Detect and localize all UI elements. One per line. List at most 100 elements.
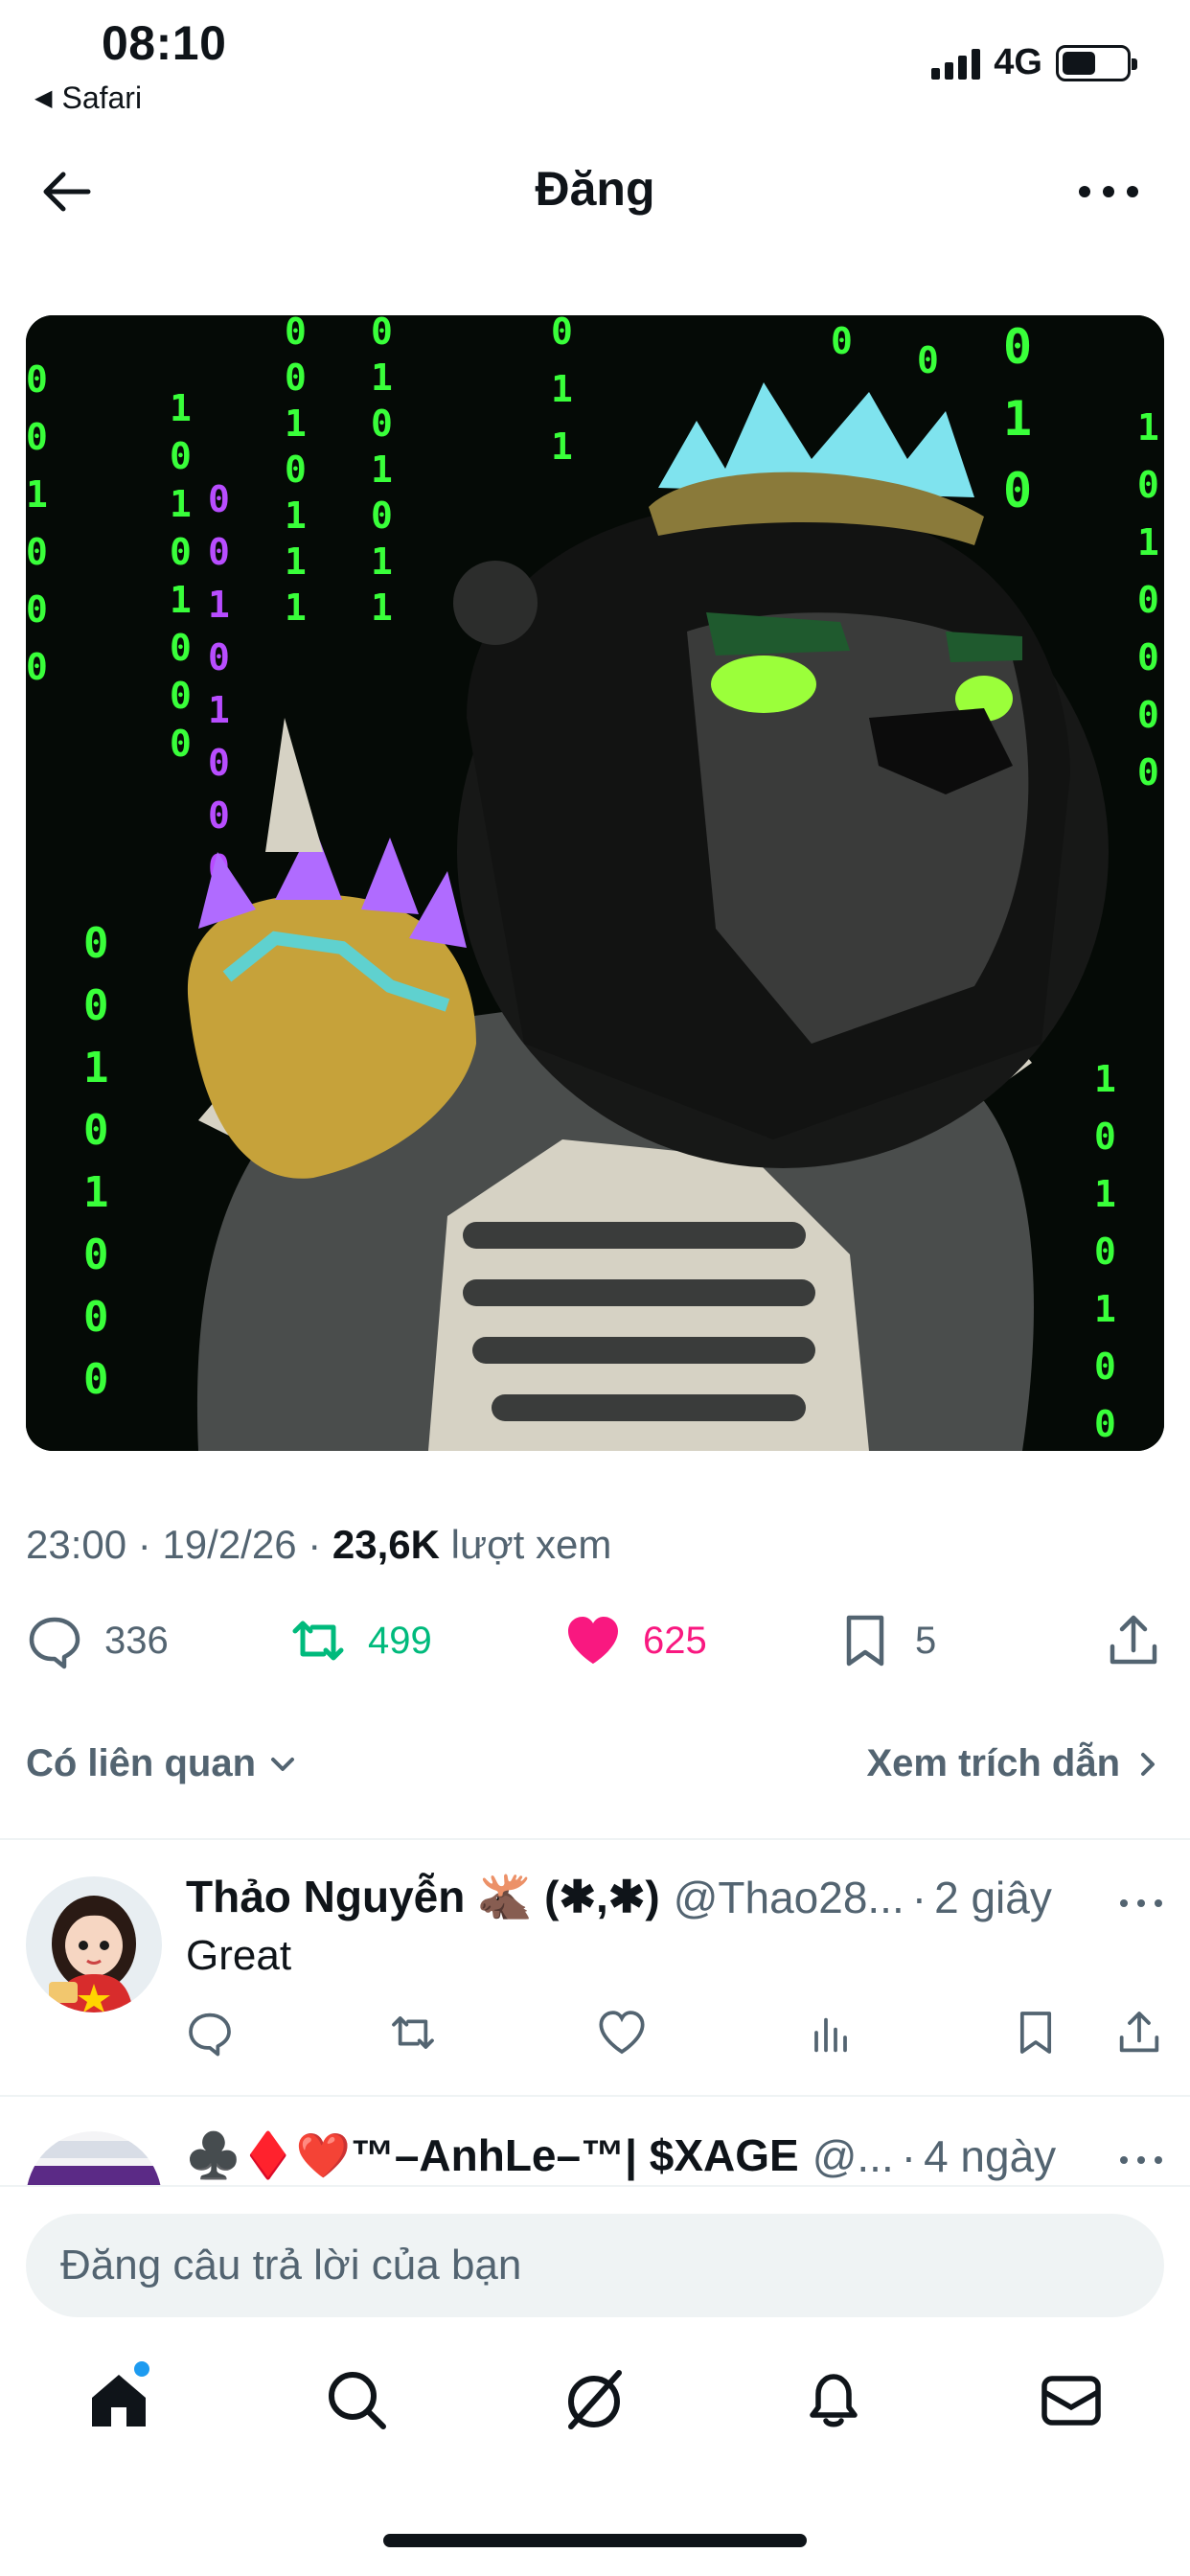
svg-text:1: 1 (208, 689, 230, 731)
mail-icon[interactable] (1037, 2365, 1106, 2434)
reply-item[interactable]: ♣️♦️❤️™–AnhLe–™| $XAGE @... · 4 ngày (0, 2095, 1190, 2185)
panther-artwork-image: 0010111 0101011 10101000 011 001000 0010… (26, 315, 1164, 1451)
views-count: 23,6K (332, 1522, 440, 1567)
svg-text:1: 1 (1003, 391, 1032, 447)
svg-text:0: 0 (83, 1355, 109, 1404)
reply-text: Great (186, 1932, 292, 1979)
svg-text:1: 1 (371, 540, 393, 583)
avatar[interactable] (26, 1876, 162, 2012)
reply-author-name[interactable]: Thảo Nguyễn 🫎 (✱,✱) (186, 1871, 660, 1923)
share-button[interactable] (1105, 1612, 1162, 1669)
views-icon[interactable] (807, 2009, 855, 2057)
svg-text:0: 0 (83, 981, 109, 1030)
svg-text:0: 0 (917, 339, 939, 381)
reply-button[interactable]: 336 (26, 1612, 169, 1669)
views-label: lượt xem (450, 1522, 612, 1567)
svg-text:0: 0 (208, 531, 230, 573)
reply-header: ♣️♦️❤️™–AnhLe–™| $XAGE @... · 4 ngày (186, 2129, 1152, 2182)
svg-text:1: 1 (170, 579, 192, 621)
avatar[interactable] (26, 2131, 162, 2185)
repost-count: 499 (368, 1619, 432, 1662)
svg-text:1: 1 (83, 1044, 109, 1092)
svg-text:1: 1 (1137, 406, 1159, 448)
svg-text:0: 0 (26, 531, 48, 573)
home-notification-dot (134, 2361, 149, 2377)
battery-icon (1056, 44, 1137, 81)
reply-heart-icon[interactable] (598, 2009, 646, 2057)
reply-author-handle[interactable]: @Thao28... (674, 1872, 904, 1923)
svg-text:0: 0 (1137, 464, 1159, 506)
svg-text:0: 0 (170, 531, 192, 573)
svg-text:0: 0 (1137, 579, 1159, 621)
svg-text:1: 1 (1094, 1058, 1116, 1100)
signal-icon (931, 47, 981, 80)
svg-text:0: 0 (170, 435, 192, 477)
svg-text:1: 1 (170, 387, 192, 429)
svg-text:0: 0 (83, 1106, 109, 1155)
svg-text:0: 0 (1137, 636, 1159, 678)
svg-text:0: 0 (371, 494, 393, 537)
reply-more-icon[interactable] (1117, 2150, 1165, 2170)
reply-composer: Đăng câu trả lời của bạn (0, 2185, 1190, 2319)
search-icon[interactable] (322, 2365, 391, 2434)
reply-author-handle[interactable]: @... (812, 2130, 894, 2182)
svg-text:0: 0 (1094, 1346, 1116, 1388)
svg-text:1: 1 (285, 494, 307, 537)
back-app-label: Safari (61, 80, 143, 115)
reply-share-icon[interactable] (1115, 2009, 1163, 2057)
status-indicators: 4G (931, 42, 1137, 83)
reply-reply-icon[interactable] (186, 2009, 234, 2057)
svg-text:1: 1 (1094, 1173, 1116, 1215)
reply-repost-icon[interactable] (389, 2009, 437, 2057)
svg-text:0: 0 (208, 478, 230, 520)
bottom-tab-bar (0, 2338, 1190, 2472)
repost-button[interactable]: 499 (289, 1612, 432, 1669)
view-quotes-link[interactable]: Xem trích dẫn (866, 1742, 1164, 1785)
svg-text:0: 0 (26, 588, 48, 631)
bookmark-count: 5 (915, 1619, 937, 1662)
svg-text:0: 0 (1094, 1403, 1116, 1445)
post-image[interactable]: 0010111 0101011 10101000 011 001000 0010… (26, 315, 1164, 1451)
like-button[interactable]: 625 (564, 1612, 707, 1669)
grok-icon[interactable] (560, 2365, 629, 2434)
reply-separator: · (901, 2130, 917, 2181)
bell-icon[interactable] (799, 2365, 868, 2434)
page-title: Đăng (535, 162, 655, 216)
svg-text:1: 1 (371, 356, 393, 399)
reply-more-icon[interactable] (1117, 1894, 1165, 1913)
status-bar: 08:10 ◀ Safari 4G (0, 0, 1190, 125)
svg-text:1: 1 (170, 483, 192, 525)
share-icon (1110, 1615, 1157, 1665)
svg-text:0: 0 (83, 1293, 109, 1342)
svg-text:0: 0 (285, 356, 307, 399)
svg-text:1: 1 (551, 368, 573, 410)
svg-text:0: 0 (1003, 319, 1032, 375)
svg-text:1: 1 (1137, 521, 1159, 564)
reply-separator: · (911, 1872, 927, 1922)
reply-action-bar (186, 2009, 1163, 2057)
back-to-safari[interactable]: ◀ Safari (34, 80, 142, 116)
svg-text:0: 0 (170, 675, 192, 717)
svg-text:0: 0 (285, 448, 307, 491)
post-header: Đăng (0, 144, 1190, 240)
svg-text:1: 1 (83, 1168, 109, 1217)
svg-text:0: 0 (170, 723, 192, 765)
chevron-down-icon (271, 1757, 294, 1771)
reply-bookmark-icon[interactable] (1012, 2009, 1060, 2057)
svg-text:0: 0 (1094, 1230, 1116, 1273)
svg-text:1: 1 (1094, 1288, 1116, 1330)
reply-input[interactable]: Đăng câu trả lời của bạn (26, 2214, 1164, 2317)
reply-author-name[interactable]: ♣️♦️❤️™–AnhLe–™| $XAGE (186, 2129, 799, 2182)
reply-item[interactable]: Thảo Nguyễn 🫎 (✱,✱) @Thao28... · 2 giây … (0, 1838, 1190, 2095)
network-type: 4G (994, 42, 1042, 82)
like-count: 625 (643, 1619, 707, 1662)
svg-text:1: 1 (26, 473, 48, 516)
bookmark-button[interactable]: 5 (836, 1612, 936, 1669)
svg-text:0: 0 (551, 315, 573, 353)
svg-text:0: 0 (208, 742, 230, 784)
more-icon[interactable] (1075, 172, 1142, 211)
svg-text:0: 0 (1003, 463, 1032, 518)
repost-icon (292, 1621, 344, 1661)
related-dropdown[interactable]: Có liên quan (26, 1742, 300, 1785)
reply-header: Thảo Nguyễn 🫎 (✱,✱) @Thao28... · 2 giây (186, 1871, 1152, 1923)
